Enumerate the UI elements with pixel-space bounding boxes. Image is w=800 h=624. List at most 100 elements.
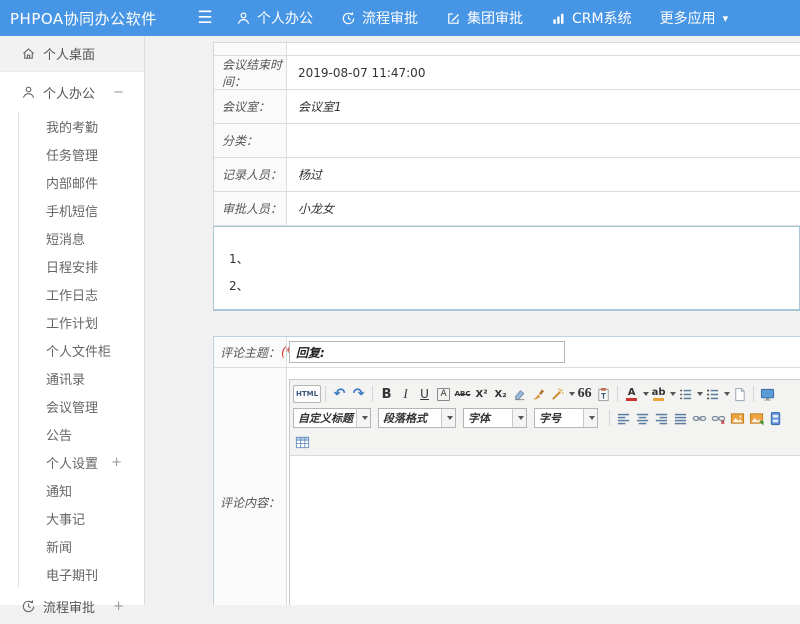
new-document-icon[interactable] — [730, 385, 749, 403]
unordered-list-icon[interactable] — [703, 385, 722, 403]
expand-icon[interactable]: + — [113, 599, 124, 614]
table-row-approver: 审批人员： 小龙女 — [214, 192, 800, 226]
history-icon — [21, 599, 36, 614]
ordered-list-icon[interactable] — [676, 385, 695, 403]
toolbar-row-1: HTML ↶ ↷ B I U A ABC X² — [293, 382, 800, 406]
meeting-detail-table: 会议结束时间： 2019-08-07 11:47:00 会议室： 会议室1 分类… — [213, 42, 800, 226]
sidebar-item-contacts[interactable]: 通讯录 — [19, 364, 144, 392]
sidebar-item-schedule[interactable]: 日程安排 — [19, 252, 144, 280]
top-nav: 个人办公 流程审批 集团审批 CRM系统 更多应用 ▾ — [236, 8, 756, 28]
align-center-icon[interactable] — [633, 409, 652, 427]
align-justify-icon[interactable] — [671, 409, 690, 427]
nav-group-approval[interactable]: 集团审批 — [446, 8, 523, 28]
sidebar-item-personal-files[interactable]: 个人文件柜 — [19, 336, 144, 364]
top-bar: PHPOA协同办公软件 ☰ 个人办公 流程审批 集团审批 CRM系统 更多应用 … — [0, 0, 800, 36]
sidebar-item-short-message[interactable]: 短消息 — [19, 224, 144, 252]
sidebar-item-major-events[interactable]: 大事记 — [19, 504, 144, 532]
caret-down-icon — [362, 416, 368, 420]
sidebar-item-internal-mail[interactable]: 内部邮件 — [19, 168, 144, 196]
editor-content-area[interactable] — [290, 455, 800, 605]
user-icon — [236, 11, 251, 26]
align-right-icon[interactable] — [652, 409, 671, 427]
paragraph-format-dropdown[interactable]: 段落格式 — [378, 408, 456, 428]
strikethrough-button[interactable]: ABC — [453, 385, 472, 403]
font-color-icon[interactable]: A — [622, 385, 641, 403]
font-box-icon[interactable]: A — [434, 385, 453, 403]
bold-button[interactable]: B — [377, 385, 396, 403]
sidebar-item-task-management[interactable]: 任务管理 — [19, 140, 144, 168]
comment-content-label: 评论内容： — [214, 368, 287, 605]
caret-down-icon: ▾ — [723, 12, 729, 25]
table-row-category: 分类： — [214, 124, 800, 158]
field-value: 小龙女 — [287, 192, 800, 225]
sidebar-item-work-plan[interactable]: 工作计划 — [19, 308, 144, 336]
sidebar-item-mobile-sms[interactable]: 手机短信 — [19, 196, 144, 224]
sidebar-item-my-attendance[interactable]: 我的考勤 — [19, 112, 144, 140]
comment-subject-row: 评论主题：(*) — [214, 337, 800, 368]
toolbar-row-2: 自定义标题 段落格式 字体 — [293, 406, 800, 430]
app-title: PHPOA协同办公软件 — [0, 8, 190, 29]
table-row-meeting-end-time: 会议结束时间： 2019-08-07 11:47:00 — [214, 56, 800, 90]
field-label: 记录人员： — [214, 158, 287, 191]
underline-button[interactable]: U — [415, 385, 434, 403]
italic-button[interactable]: I — [396, 385, 415, 403]
nav-workflow-approval[interactable]: 流程审批 — [341, 8, 418, 28]
redo-icon[interactable]: ↷ — [349, 385, 368, 403]
nav-crm-system[interactable]: CRM系统 — [551, 8, 632, 28]
sidebar-item-e-journal[interactable]: 电子期刊 — [19, 560, 144, 588]
sidebar-item-news[interactable]: 新闻 — [19, 532, 144, 560]
rich-text-editor: HTML ↶ ↷ B I U A ABC X² — [289, 379, 800, 605]
nav-more-apps[interactable]: 更多应用 ▾ — [660, 8, 729, 28]
fullscreen-icon[interactable] — [758, 385, 777, 403]
blockquote-icon[interactable]: 66 — [575, 385, 594, 403]
sidebar-submenu: 我的考勤 任务管理 内部邮件 手机短信 短消息 日程安排 工作日志 工作计划 个… — [18, 112, 144, 588]
highlight-color-icon[interactable]: ab — [649, 385, 668, 403]
html-source-button[interactable]: HTML — [293, 385, 321, 403]
collapse-icon[interactable]: − — [113, 85, 124, 100]
sidebar-group-workflow-approval[interactable]: 流程审批 + — [0, 588, 144, 624]
paste-as-text-icon[interactable] — [594, 385, 613, 403]
magic-wand-icon[interactable] — [548, 385, 567, 403]
main-content: 会议结束时间： 2019-08-07 11:47:00 会议室： 会议室1 分类… — [145, 36, 800, 605]
toolbar-row-3 — [293, 430, 800, 454]
sidebar-item-personal-settings[interactable]: 个人设置+ — [19, 448, 144, 476]
subscript-button[interactable]: X₂ — [491, 385, 510, 403]
caret-down-icon — [518, 416, 524, 420]
unlink-icon[interactable] — [709, 409, 728, 427]
table-icon[interactable] — [293, 433, 312, 451]
image-icon[interactable] — [728, 409, 747, 427]
upload-image-icon[interactable] — [747, 409, 766, 427]
table-row — [214, 43, 800, 56]
font-family-dropdown[interactable]: 字体 — [463, 408, 527, 428]
expand-icon[interactable]: + — [111, 455, 122, 470]
undo-icon[interactable]: ↶ — [330, 385, 349, 403]
sidebar-item-personal-desktop[interactable]: 个人桌面 — [0, 36, 144, 72]
sidebar-item-meeting-management[interactable]: 会议管理 — [19, 392, 144, 420]
edit-icon — [446, 11, 461, 26]
field-value: 会议室1 — [287, 90, 800, 123]
comment-subject-label: 评论主题：(*) — [214, 337, 287, 367]
custom-heading-dropdown[interactable]: 自定义标题 — [293, 408, 371, 428]
spacer — [213, 311, 800, 336]
comment-subject-input[interactable] — [289, 341, 565, 363]
sidebar-item-announcement[interactable]: 公告 — [19, 420, 144, 448]
user-icon — [21, 85, 36, 100]
sidebar-item-notice[interactable]: 通知 — [19, 476, 144, 504]
font-size-dropdown[interactable]: 字号 — [534, 408, 598, 428]
link-icon[interactable] — [690, 409, 709, 427]
page-body: 个人桌面 个人办公 − 我的考勤 任务管理 内部邮件 手机短信 短消息 日程安排… — [0, 36, 800, 605]
format-painter-icon[interactable] — [529, 385, 548, 403]
caret-down-icon — [589, 416, 595, 420]
remove-format-icon[interactable] — [510, 385, 529, 403]
meeting-minutes-box: 1、 2、 — [213, 226, 800, 311]
field-value: 2019-08-07 11:47:00 — [287, 56, 800, 89]
sidebar-item-work-log[interactable]: 工作日志 — [19, 280, 144, 308]
hamburger-icon[interactable]: ☰ — [190, 8, 220, 28]
superscript-button[interactable]: X² — [472, 385, 491, 403]
sidebar: 个人桌面 个人办公 − 我的考勤 任务管理 内部邮件 手机短信 短消息 日程安排… — [0, 36, 145, 605]
align-left-icon[interactable] — [614, 409, 633, 427]
nav-personal-office[interactable]: 个人办公 — [236, 8, 313, 28]
media-icon[interactable] — [766, 409, 785, 427]
sidebar-group-personal-office[interactable]: 个人办公 − — [0, 72, 144, 112]
comment-content-row: 评论内容： HTML ↶ ↷ B — [214, 368, 800, 605]
